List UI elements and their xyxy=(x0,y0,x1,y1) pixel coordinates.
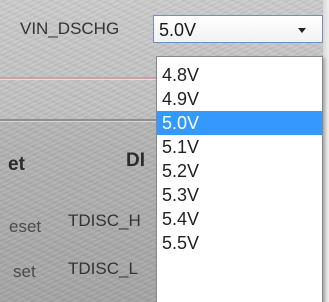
voltage-dropdown-list[interactable]: 4.8V 4.9V 5.0V 5.1V 5.2V 5.3V 5.4V 5.5V xyxy=(156,56,323,302)
dropdown-option-selected[interactable]: 5.0V xyxy=(157,111,322,135)
window-edge xyxy=(323,0,329,302)
section-heading-left: et xyxy=(8,154,25,175)
dropdown-option[interactable]: 5.1V xyxy=(157,135,322,159)
section-divider xyxy=(0,77,160,79)
dropdown-option[interactable]: 5.3V xyxy=(157,183,322,207)
tdisc-l-label: TDISC_L xyxy=(68,259,138,278)
dropdown-option[interactable]: 4.9V xyxy=(157,87,322,111)
dropdown-option[interactable]: 5.2V xyxy=(157,159,322,183)
dropdown-option[interactable]: 5.5V xyxy=(157,231,322,255)
tdisc-h-label: TDISC_H xyxy=(68,211,141,230)
vin-dschg-label: VIN_DSCHG xyxy=(20,19,120,38)
dropdown-arrow-icon[interactable] xyxy=(298,28,306,33)
section-heading-right: DI xyxy=(126,150,145,171)
combobox-value: 5.0V xyxy=(159,20,197,40)
dropdown-option[interactable]: 4.8V xyxy=(157,63,322,87)
vin-dschg-combobox[interactable]: 5.0V xyxy=(153,15,323,43)
reset-label: eset xyxy=(9,217,42,236)
dropdown-option[interactable]: 5.4V xyxy=(157,207,322,231)
reset-label: set xyxy=(13,262,36,281)
